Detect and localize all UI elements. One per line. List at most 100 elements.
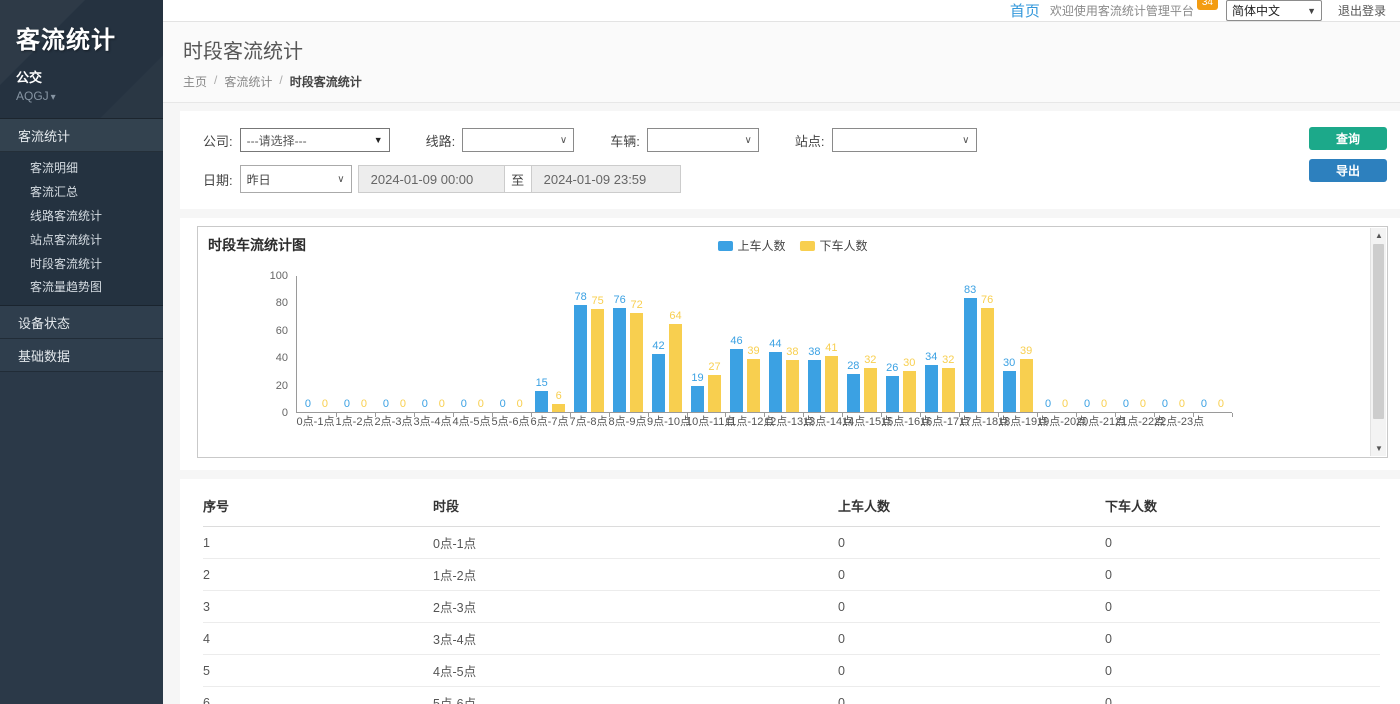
x-tick-label: 18点-19点 — [998, 415, 1037, 429]
legend-item[interactable]: 下车人数 — [800, 237, 868, 254]
bar-wrap: 0 — [318, 275, 332, 412]
bar-value-label: 0 — [517, 398, 523, 411]
dropdown-arrow-icon: ▼ — [374, 135, 383, 145]
app-brand: 客流统计 — [16, 20, 147, 55]
y-tick-label: 80 — [276, 297, 288, 309]
home-link[interactable]: 首页 — [1010, 0, 1040, 21]
table-row: 65点-6点00 — [203, 687, 1380, 704]
bar-wrap: 26 — [885, 275, 899, 412]
bar-wrap: 39 — [1019, 275, 1033, 412]
notification-badge[interactable]: 34 — [1197, 0, 1218, 10]
bar — [574, 305, 587, 412]
table-cell: 0 — [1105, 623, 1380, 655]
org-name: 公交 — [16, 67, 147, 86]
breadcrumb-item[interactable]: 主页 — [183, 73, 207, 90]
chart-scrollbar[interactable]: ▲ ▼ — [1370, 228, 1386, 456]
bar-wrap: 38 — [807, 275, 821, 412]
logout-link[interactable]: 退出登录 — [1338, 2, 1386, 19]
bar — [808, 360, 821, 412]
bar-value-label: 0 — [1062, 398, 1068, 411]
bar — [786, 360, 799, 412]
bar — [691, 386, 704, 412]
query-button[interactable]: 查询 — [1309, 127, 1387, 150]
sidebar-item[interactable]: 站点客流统计 — [0, 227, 163, 251]
scrollbar-thumb[interactable] — [1373, 244, 1384, 419]
sidebar-item[interactable]: 客流明细 — [0, 155, 163, 179]
bar-value-label: 0 — [1218, 398, 1224, 411]
bar-wrap: 34 — [924, 275, 938, 412]
sidebar-item[interactable]: 客流汇总 — [0, 179, 163, 203]
bar-value-label: 34 — [925, 351, 937, 364]
bar — [1003, 371, 1016, 412]
sidebar-item[interactable]: 基础数据 — [0, 339, 163, 372]
x-tick-label: 16点-17点 — [920, 415, 959, 429]
station-select[interactable]: ∨ — [832, 128, 977, 152]
vehicle-select[interactable]: ∨ — [647, 128, 759, 152]
bar-value-label: 32 — [864, 354, 876, 367]
scroll-up-icon[interactable]: ▲ — [1371, 228, 1387, 243]
bar — [630, 313, 643, 412]
date-preset-select[interactable]: 昨日 ∨ — [240, 165, 352, 193]
table-cell: 0 — [1105, 687, 1380, 704]
bar-group: 3432 — [920, 275, 959, 412]
bar-value-label: 76 — [981, 294, 993, 307]
bar-wrap: 0 — [379, 275, 393, 412]
bar — [552, 404, 565, 412]
x-tick-label: 14点-15点 — [842, 415, 881, 429]
bar-value-label: 0 — [439, 398, 445, 411]
user-dropdown[interactable]: AQGJ▾ — [16, 89, 147, 103]
legend-item[interactable]: 上车人数 — [717, 237, 785, 254]
chart-title: 时段车流统计图 — [208, 235, 306, 255]
bar-group: 00 — [492, 275, 531, 412]
bar-group: 2630 — [881, 275, 920, 412]
x-tick-label: 9点-10点 — [647, 415, 686, 429]
brand-area: 客流统计 公交 AQGJ▾ — [0, 0, 163, 118]
sidebar-item[interactable]: 客流量趋势图 — [0, 275, 163, 299]
bar-wrap: 32 — [863, 275, 877, 412]
bar-value-label: 76 — [613, 294, 625, 307]
sidebar-submenu: 客流明细客流汇总线路客流统计站点客流统计时段客流统计客流量趋势图 — [0, 152, 163, 306]
line-label: 线路: — [426, 131, 456, 150]
bar-wrap: 30 — [1002, 275, 1016, 412]
bar-value-label: 38 — [808, 346, 820, 359]
sidebar-item[interactable]: 线路客流统计 — [0, 203, 163, 227]
main-area: 首页 欢迎使用客流统计管理平台 34 简体中文 ▼ 退出登录 时段客流统计 主页… — [163, 0, 1400, 704]
breadcrumb-item: 时段客流统计 — [290, 73, 362, 90]
table-row: 32点-3点00 — [203, 591, 1380, 623]
bar — [730, 349, 743, 412]
bar-group: 3039 — [998, 275, 1037, 412]
table-header-row: 序号时段上车人数下车人数 — [203, 487, 1380, 527]
table-cell: 0点-1点 — [433, 527, 838, 559]
x-tick-label: 12点-13点 — [764, 415, 803, 429]
table-header-cell: 下车人数 — [1105, 487, 1380, 527]
table-cell: 3点-4点 — [433, 623, 838, 655]
date-to-input[interactable]: 2024-01-09 23:59 — [531, 165, 681, 193]
language-select[interactable]: 简体中文 ▼ — [1226, 0, 1322, 21]
bar-value-label: 19 — [691, 372, 703, 385]
export-button[interactable]: 导出 — [1309, 159, 1387, 182]
company-select[interactable]: ---请选择--- ▼ — [240, 128, 390, 152]
bar-group: 1927 — [687, 275, 726, 412]
table-cell: 0 — [838, 655, 1105, 687]
date-from-input[interactable]: 2024-01-09 00:00 — [358, 165, 505, 193]
table-cell: 0 — [838, 687, 1105, 704]
table-cell: 0 — [1105, 591, 1380, 623]
bar — [1020, 359, 1033, 412]
bar-wrap: 38 — [785, 275, 799, 412]
table-cell: 1点-2点 — [433, 559, 838, 591]
scroll-down-icon[interactable]: ▼ — [1371, 441, 1387, 456]
bar-wrap: 76 — [980, 275, 994, 412]
sidebar-item[interactable]: 设备状态 — [0, 306, 163, 339]
line-select[interactable]: ∨ — [462, 128, 574, 152]
bar-value-label: 0 — [400, 398, 406, 411]
bar-wrap: 41 — [824, 275, 838, 412]
bar — [981, 308, 994, 412]
bar — [825, 356, 838, 412]
bar-group: 4264 — [648, 275, 687, 412]
bar-value-label: 0 — [361, 398, 367, 411]
sidebar-item-passenger-stats[interactable]: 客流统计 — [0, 119, 163, 152]
sidebar-item[interactable]: 时段客流统计 — [0, 251, 163, 275]
chevron-down-icon: ∨ — [560, 135, 567, 146]
bar — [535, 391, 548, 412]
breadcrumb-item[interactable]: 客流统计 — [224, 73, 272, 90]
